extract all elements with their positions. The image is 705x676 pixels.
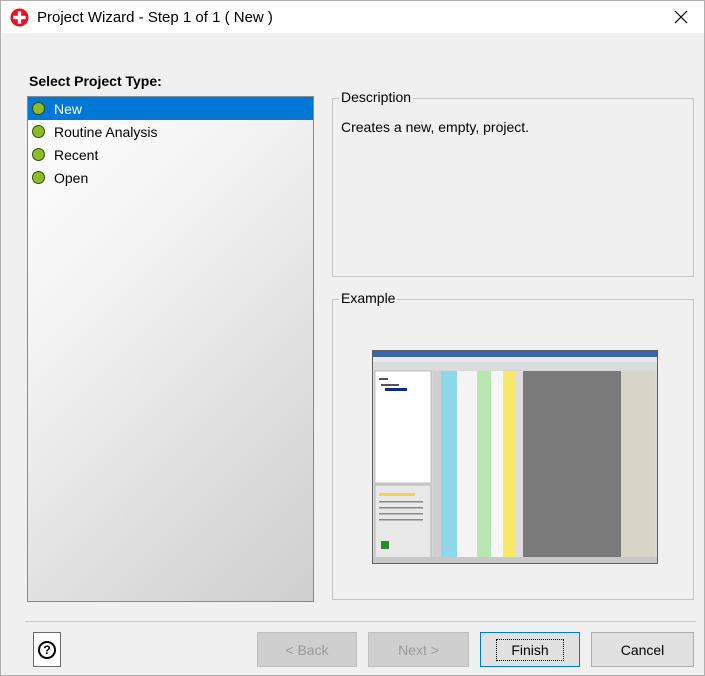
list-item-label: New xyxy=(54,100,83,117)
status-dot-icon xyxy=(32,171,45,184)
list-item-label: Open xyxy=(54,169,89,186)
list-item-routine-analysis[interactable]: Routine Analysis xyxy=(28,120,313,143)
title-bar: Project Wizard - Step 1 of 1 ( New ) xyxy=(1,1,704,33)
finish-button[interactable]: Finish xyxy=(480,632,580,667)
status-dot-icon xyxy=(32,102,45,115)
example-group: Example xyxy=(332,290,694,600)
description-text: Creates a new, empty, project. xyxy=(341,119,530,135)
close-button[interactable] xyxy=(658,1,704,33)
app-logo-icon xyxy=(10,8,29,27)
status-dot-icon xyxy=(32,148,45,161)
select-project-type-heading: Select Project Type: xyxy=(29,73,162,89)
list-item-label: Recent xyxy=(54,146,99,163)
button-separator xyxy=(25,621,696,622)
example-legend: Example xyxy=(339,290,398,306)
close-icon xyxy=(674,10,688,24)
description-group: Description Creates a new, empty, projec… xyxy=(332,89,694,277)
finish-button-label: Finish xyxy=(496,638,564,661)
window-title: Project Wizard - Step 1 of 1 ( New ) xyxy=(37,9,273,26)
help-icon: ? xyxy=(38,640,56,659)
next-button[interactable]: Next > xyxy=(368,632,469,667)
example-screenshot-drawing xyxy=(373,351,657,563)
description-legend: Description xyxy=(339,89,414,105)
example-screenshot-image xyxy=(372,350,658,564)
help-button[interactable]: ? xyxy=(33,632,61,667)
cancel-button[interactable]: Cancel xyxy=(591,632,694,667)
back-button[interactable]: < Back xyxy=(257,632,357,667)
project-wizard-dialog: Project Wizard - Step 1 of 1 ( New ) Sel… xyxy=(0,0,705,676)
back-button-label: < Back xyxy=(285,641,329,658)
list-item-recent[interactable]: Recent xyxy=(28,143,313,166)
next-button-label: Next > xyxy=(398,641,439,658)
list-item-open[interactable]: Open xyxy=(28,166,313,189)
status-dot-icon xyxy=(32,125,45,138)
list-item-label: Routine Analysis xyxy=(54,123,158,140)
project-type-list[interactable]: New Routine Analysis Recent Open xyxy=(27,96,314,602)
cancel-button-label: Cancel xyxy=(620,641,665,658)
list-item-new[interactable]: New xyxy=(28,97,313,120)
